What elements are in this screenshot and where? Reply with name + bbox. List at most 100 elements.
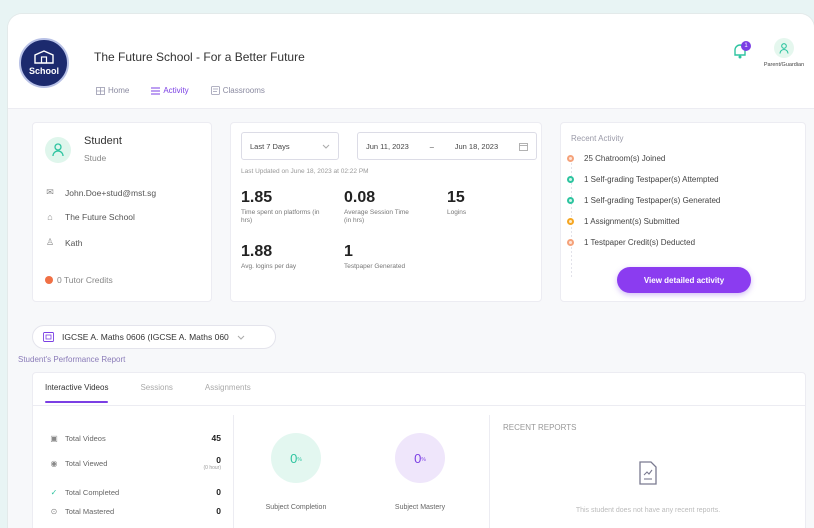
view-detailed-activity-button[interactable]: View detailed activity <box>617 267 751 293</box>
book-icon <box>43 332 54 342</box>
user-menu[interactable]: Parent/Guardian <box>756 38 812 68</box>
tab-interactive-videos[interactable]: Interactive Videos <box>45 383 109 403</box>
tab-sessions[interactable]: Sessions <box>140 383 172 403</box>
subject-completion-label: Subject Completion <box>265 504 327 511</box>
date-range-picker[interactable]: Jun 11, 2023 – Jun 18, 2023 <box>357 132 537 160</box>
video-icon: ▣ <box>50 433 58 443</box>
performance-report-title: Student's Performance Report <box>18 355 126 364</box>
activity-item: 1 Assignment(s) Submitted <box>567 217 680 226</box>
stat-value: 1.85 <box>241 189 273 206</box>
student-email-row: ✉ John.Doe+stud@mst.sg <box>45 187 156 198</box>
recent-reports-title: RECENT REPORTS <box>503 423 577 432</box>
stats-card: Last 7 Days Jun 11, 2023 – Jun 18, 2023 … <box>230 122 542 302</box>
student-school: The Future School <box>65 212 135 222</box>
nav-classrooms[interactable]: Classrooms <box>210 86 265 95</box>
school-title: The Future School - For a Better Future <box>94 50 305 64</box>
timeline-dot <box>567 197 574 204</box>
student-subtitle: Stude <box>84 153 107 163</box>
nav-home[interactable]: Home <box>96 86 129 95</box>
subject-completion-circle: 0% <box>271 433 321 483</box>
video-stat-label: Total Mastered <box>65 506 115 516</box>
stat-value: 15 <box>447 189 465 206</box>
activity-item: 1 Testpaper Credit(s) Deducted <box>567 238 695 247</box>
last-updated: Last Updated on June 18, 2023 at 02:22 P… <box>241 168 369 175</box>
user-icon <box>52 143 64 157</box>
nav-classrooms-label: Classrooms <box>222 86 265 95</box>
recent-activity-card: Recent Activity 25 Chatroom(s) Joined 1 … <box>560 122 806 302</box>
school-building-icon <box>34 50 54 64</box>
app-window: School The Future School - For a Better … <box>8 14 814 528</box>
subject-select[interactable]: IGCSE A. Maths 0606 (IGCSE A. Maths 060 <box>32 325 276 349</box>
video-stat-total-viewed: ◉ Total Viewed 0 (0 hour) <box>49 455 222 471</box>
video-stat-label: Total Viewed <box>65 458 108 468</box>
stat-label: Logins <box>447 209 467 216</box>
timeline-dot <box>567 176 574 183</box>
stat-logins: 15 Logins <box>447 189 507 217</box>
completion-pct: % <box>297 457 302 463</box>
no-reports-message: This student does not have any recent re… <box>575 507 721 514</box>
stat-value: 1.88 <box>241 243 273 260</box>
stat-label: Time spent on platforms (in hrs) <box>241 209 320 225</box>
student-avatar <box>45 137 71 163</box>
student-email: John.Doe+stud@mst.sg <box>65 187 157 198</box>
date-from: Jun 11, 2023 <box>366 141 409 151</box>
tutor-credits-label: 0 Tutor Credits <box>57 275 113 285</box>
building-icon: ⌂ <box>47 212 53 222</box>
stat-time-spent: 1.85 Time spent on platforms (in hrs) <box>241 189 321 226</box>
performance-card: Interactive Videos Sessions Assignments … <box>32 372 806 528</box>
star-circle-icon: ⊙ <box>50 506 58 516</box>
video-stat-total-videos: ▣ Total Videos 45 <box>49 433 221 443</box>
mail-icon: ✉ <box>46 187 54 197</box>
activity-text: 1 Self-grading Testpaper(s) Attempted <box>584 175 719 184</box>
tabs-divider <box>33 405 805 406</box>
top-header: School The Future School - For a Better … <box>8 14 814 109</box>
check-circle-icon: ✓ <box>50 487 58 497</box>
notification-badge: 1 <box>741 41 751 51</box>
home-icon <box>96 86 105 95</box>
user-avatar <box>774 38 794 58</box>
video-stat-total-mastered: ⊙ Total Mastered 0 <box>49 506 221 516</box>
video-stat-label: Total Videos <box>65 433 106 443</box>
stat-avg-session: 0.08 Average Session Time (in hrs) <box>344 189 414 226</box>
eye-icon: ◉ <box>50 458 58 468</box>
activity-text: 1 Self-grading Testpaper(s) Generated <box>584 196 721 205</box>
activity-text: 1 Testpaper Credit(s) Deducted <box>584 238 696 247</box>
chevron-down-icon <box>237 335 245 340</box>
timeline-dot <box>567 155 574 162</box>
mastery-pct: % <box>421 457 426 463</box>
activity-item: 1 Self-grading Testpaper(s) Attempted <box>567 175 719 184</box>
activity-text: 25 Chatroom(s) Joined <box>584 154 666 163</box>
stat-value: 1 <box>344 243 353 260</box>
nav-activity[interactable]: Activity <box>151 86 189 95</box>
range-select-value: Last 7 Days <box>250 141 290 151</box>
stat-value: 0.08 <box>344 189 376 206</box>
activity-item: 1 Self-grading Testpaper(s) Generated <box>567 196 720 205</box>
stat-avg-logins: 1.88 Avg. logins per day <box>241 243 331 271</box>
subject-mastery-circle: 0% <box>395 433 445 483</box>
stat-label: Average Session Time (in hrs) <box>344 209 409 225</box>
subject-mastery-label: Subject Mastery <box>394 504 446 511</box>
student-school-row: ⌂ The Future School <box>45 212 135 222</box>
school-logo[interactable]: School <box>19 38 69 88</box>
activity-text: 1 Assignment(s) Submitted <box>584 217 680 226</box>
video-stat-sub: (0 hour) <box>203 465 221 471</box>
subject-select-value: IGCSE A. Maths 0606 (IGCSE A. Maths 060 <box>62 332 229 342</box>
user-icon <box>779 42 789 54</box>
tutor-credits: 0 Tutor Credits <box>45 275 113 285</box>
notification-button[interactable]: 1 <box>730 41 752 63</box>
video-stat-value-wrap: 0 (0 hour) <box>203 455 221 471</box>
completion-value: 0 <box>290 450 298 466</box>
chevron-down-icon <box>322 144 330 149</box>
video-stat-value: 0 <box>216 455 221 465</box>
video-stat-value: 0 <box>216 487 221 497</box>
person-icon: ♙ <box>45 237 55 247</box>
stat-label: Testpaper Generated <box>344 263 406 270</box>
recent-activity-title: Recent Activity <box>571 134 624 143</box>
tab-assignments[interactable]: Assignments <box>205 383 251 403</box>
date-to: Jun 18, 2023 <box>454 141 499 151</box>
column-divider <box>233 415 234 528</box>
calendar-icon <box>519 142 528 151</box>
stat-testpaper-generated: 1 Testpaper Generated <box>344 243 444 271</box>
user-role-label: Parent/Guardian <box>763 62 805 68</box>
range-select[interactable]: Last 7 Days <box>241 132 339 160</box>
